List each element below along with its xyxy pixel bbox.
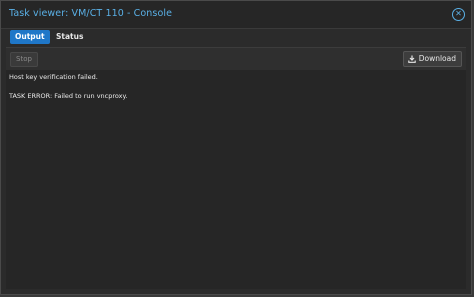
download-label: Download [418,54,456,63]
tab-status[interactable]: Status [51,30,88,44]
title-bar: Task viewer: VM/CT 110 - Console ✕ [1,1,471,29]
tab-bar: Output Status [6,29,466,47]
download-button[interactable]: Download [402,51,462,67]
stop-button[interactable]: Stop [10,52,38,67]
console-line: Host key verification failed. [9,73,98,81]
window-title: Task viewer: VM/CT 110 - Console [9,8,173,19]
task-viewer-window: Task viewer: VM/CT 110 - Console ✕ Outpu… [0,0,472,295]
console-output: Host key verification failed. TASK ERROR… [6,70,466,289]
download-icon [407,55,416,63]
toolbar: Stop Download [6,47,466,71]
console-line: TASK ERROR: Failed to run vncproxy. [9,92,128,100]
close-icon[interactable]: ✕ [452,8,465,21]
tab-output[interactable]: Output [10,30,50,44]
